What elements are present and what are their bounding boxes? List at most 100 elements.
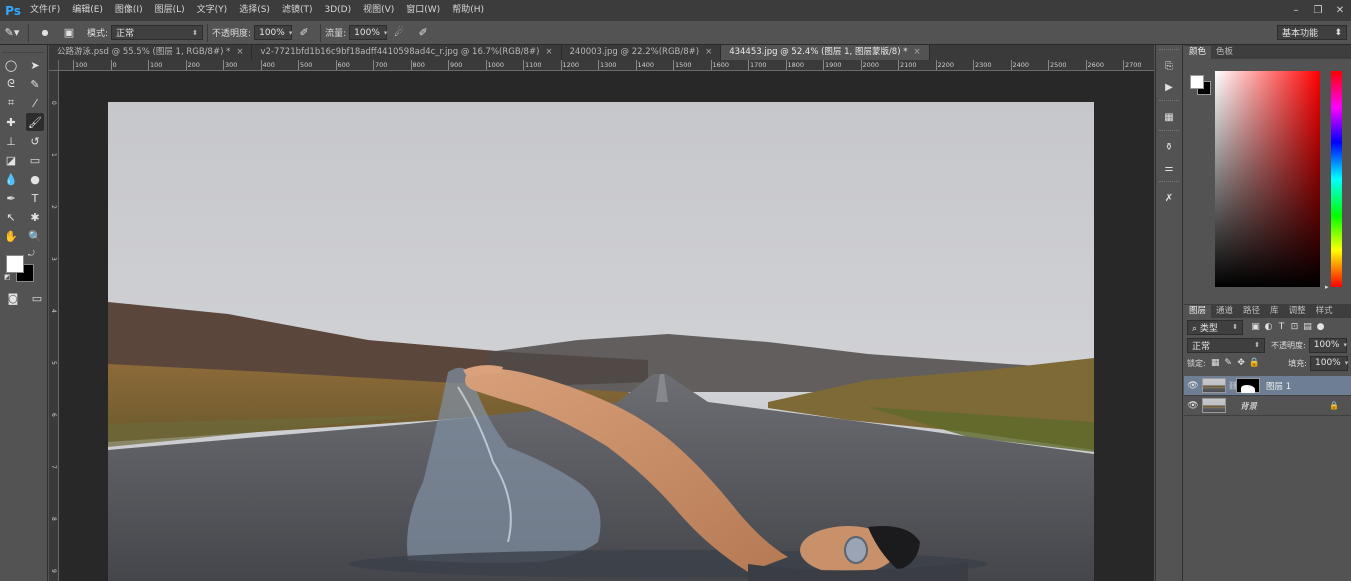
layer-mask-thumbnail[interactable] [1236,378,1260,393]
menu-window[interactable]: 窗口(W) [400,0,446,21]
panel-grip[interactable] [1159,130,1179,134]
layer-opacity-input[interactable]: 100% ▾ [1308,337,1347,353]
tab-layers[interactable]: 图层 [1184,305,1212,318]
layer-row[interactable]: 👁 ⛓ 图层 1 [1184,376,1351,396]
visibility-eye-icon[interactable]: 👁 [1184,401,1202,411]
type-tool-icon[interactable]: T [26,189,44,207]
tab-channels[interactable]: 通道 [1211,305,1238,318]
foreground-color-swatch[interactable] [6,255,24,273]
quick-selection-icon[interactable]: ✎ [26,75,44,93]
flow-input[interactable]: 100% ▾ [349,25,387,40]
brush-panel-icon[interactable]: ▣ [60,24,78,42]
eraser-icon[interactable]: ◪ [2,151,20,169]
properties-icon[interactable]: ⚌ [1158,159,1180,177]
healing-brush-icon[interactable]: ✚ [2,113,20,131]
brush-preset-icon[interactable]: ✎▾ [3,24,21,42]
panel-grip[interactable] [1159,49,1179,53]
vertical-ruler[interactable]: 0 1 2 3 4 5 6 7 8 9 [49,71,59,581]
tab-adjustments[interactable]: 调整 [1284,305,1311,318]
menu-view[interactable]: 视图(V) [357,0,400,21]
pressure-size-icon[interactable]: ✐ [414,24,432,42]
default-colors-icon[interactable]: ◩ [4,273,11,281]
saturation-value-picker[interactable] [1215,71,1320,287]
tool-presets-icon[interactable]: ✗ [1158,189,1180,207]
menu-filter[interactable]: 滤镜(T) [276,0,319,21]
tab-swatches[interactable]: 色板 [1211,46,1238,59]
minimize-icon[interactable]: – [1285,4,1307,18]
menu-type[interactable]: 文字(Y) [191,0,234,21]
pixel-filter-icon[interactable]: ▣ [1249,322,1262,332]
pressure-opacity-icon[interactable]: ✐ [295,24,313,42]
close-tab-icon[interactable]: × [545,47,552,57]
close-icon[interactable]: ✕ [1329,4,1351,18]
blur-tool-icon[interactable]: 💧 [2,170,20,188]
clone-stamp-icon[interactable]: ⊥ [2,132,20,150]
opacity-input[interactable]: 100% ▾ [254,25,292,40]
mask-link-icon[interactable]: ⛓ [1228,381,1238,390]
menu-3d[interactable]: 3D(D) [318,0,357,21]
menu-image[interactable]: 图像(I) [109,0,149,21]
close-tab-icon[interactable]: × [913,47,920,57]
tab-color[interactable]: 颜色 [1184,46,1212,59]
blend-mode-select[interactable]: 正常 ⬍ [1187,337,1265,353]
tab-libraries[interactable]: 库 [1265,305,1284,318]
menu-help[interactable]: 帮助(H) [446,0,490,21]
hue-slider-marker-icon[interactable]: ▸ [1325,283,1329,291]
brush-size-picker[interactable]: ● [36,24,54,42]
document-tab-active[interactable]: 434453.jpg @ 52.4% (图层 1, 图层蒙版/8) * × [721,45,930,60]
history-brush-icon[interactable]: ↺ [26,132,44,150]
hue-slider[interactable] [1331,71,1342,287]
layer-row[interactable]: 👁 背景 🔒 [1184,396,1351,416]
restore-icon[interactable]: ❐ [1307,4,1329,18]
menu-select[interactable]: 选择(S) [233,0,276,21]
custom-shape-icon[interactable]: ✱ [26,208,44,226]
panel-grip[interactable] [2,45,45,53]
swap-colors-icon[interactable]: ⤾ [28,249,35,259]
airbrush-icon[interactable]: ☄ [390,24,408,42]
horizontal-ruler[interactable]: 100 0 100 200 300 400 500 600 700 800 900 1000 1100 1… [59,60,1154,71]
filter-toggle-icon[interactable]: ● [1314,322,1327,332]
shape-filter-icon[interactable]: ⊡ [1288,322,1301,332]
tab-styles[interactable]: 样式 [1311,305,1338,318]
close-tab-icon[interactable]: × [705,47,712,57]
lasso-tool-icon[interactable]: ᘓ [2,75,20,93]
brush-tool-icon[interactable]: 🖌 [26,113,44,131]
adjustment-filter-icon[interactable]: ◐ [1262,322,1275,332]
screen-mode-icon[interactable]: ▭ [28,289,46,307]
smart-object-filter-icon[interactable]: ▤ [1301,322,1314,332]
brush-presets-icon[interactable]: ▦ [1158,108,1180,126]
tab-paths[interactable]: 路径 [1238,305,1265,318]
crop-tool-icon[interactable]: ⌗ [2,94,20,112]
document-tab[interactable]: 公路游泳.psd @ 55.5% (图层 1, RGB/8#) * × [49,45,253,60]
history-panel-icon[interactable]: ⎘ [1158,57,1180,75]
hand-tool-icon[interactable]: ✋ [2,227,20,245]
image-canvas[interactable] [108,102,1094,581]
close-tab-icon[interactable]: × [236,47,243,57]
pen-tool-icon[interactable]: ✒ [2,189,20,207]
move-tool-icon[interactable]: ➤ [26,56,44,74]
zoom-tool-icon[interactable]: 🔍 [26,227,44,245]
document-tab[interactable]: 240003.jpg @ 22.2%(RGB/8#) × [562,45,722,60]
type-filter-icon[interactable]: T [1275,322,1288,332]
actions-play-icon[interactable]: ▶ [1158,78,1180,96]
ruler-origin[interactable] [49,60,59,71]
dodge-tool-icon[interactable]: ● [26,170,44,188]
clone-source-icon[interactable]: ⚱ [1158,138,1180,156]
menu-edit[interactable]: 编辑(E) [66,0,109,21]
menu-layer[interactable]: 图层(L) [149,0,191,21]
panel-grip[interactable] [1159,100,1179,104]
document-tab[interactable]: v2-7721bfd1b16c9bf18adff4410598ad4c_r.jp… [252,45,562,60]
workspace-select[interactable]: 基本功能 ⬍ [1277,25,1347,40]
layer-filter-select[interactable]: ⌕ 类型 ⬍ [1187,319,1243,335]
mode-select[interactable]: 正常 ⬍ [111,25,204,40]
gradient-tool-icon[interactable]: ▭ [26,151,44,169]
lock-all-icon[interactable]: 🔒 [1248,358,1261,368]
quick-mask-icon[interactable]: ◙ [4,289,22,307]
path-selection-icon[interactable]: ↖ [2,208,20,226]
panel-grip[interactable] [1159,181,1179,185]
elliptical-marquee-icon[interactable]: ◯ [2,56,20,74]
visibility-eye-icon[interactable]: 👁 [1184,381,1202,391]
menu-file[interactable]: 文件(F) [24,0,66,21]
lock-position-icon[interactable]: ✥ [1235,358,1248,368]
foreground-color-swatch[interactable] [1190,75,1204,89]
